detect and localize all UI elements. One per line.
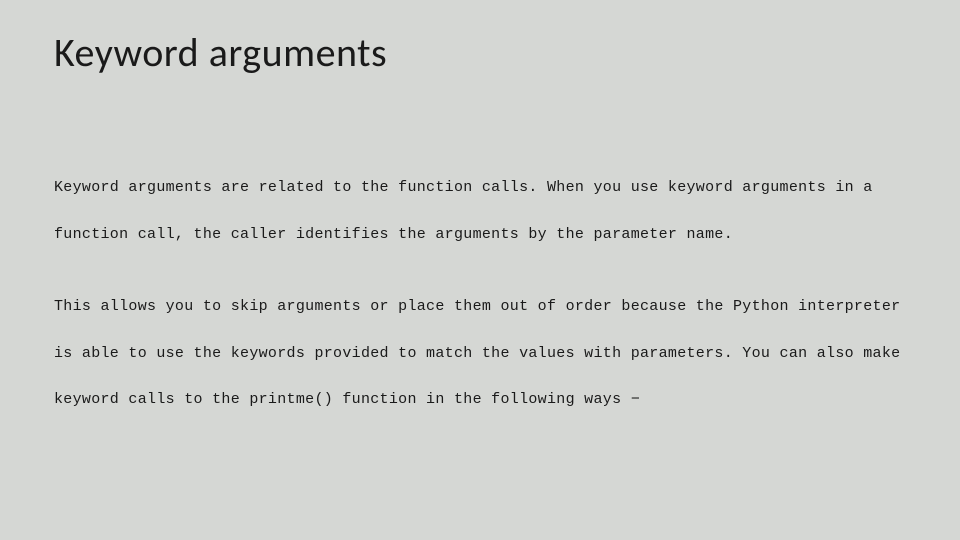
slide-body: Keyword arguments are related to the fun… <box>54 165 906 424</box>
paragraph-1: Keyword arguments are related to the fun… <box>54 165 906 258</box>
slide-title: Keyword arguments <box>54 28 906 77</box>
paragraph-2: This allows you to skip arguments or pla… <box>54 284 906 424</box>
